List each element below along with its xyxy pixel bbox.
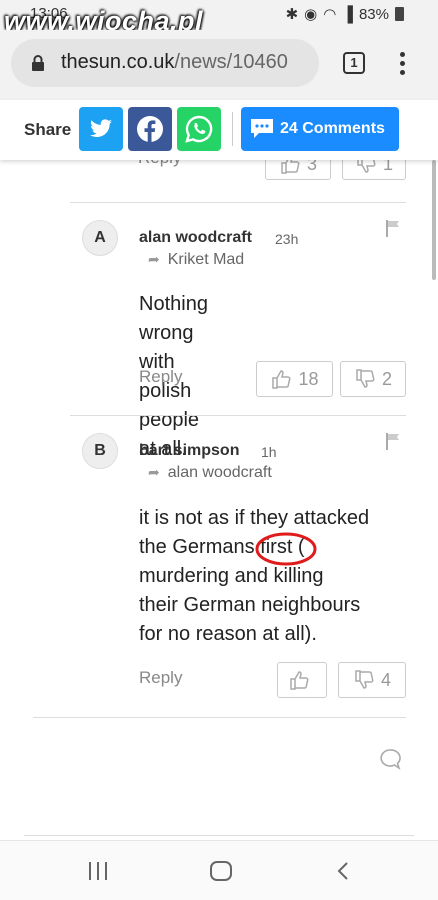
like-count: 3 — [306, 160, 317, 174]
system-nav-bar — [0, 840, 438, 900]
wifi-icon: ◠ — [323, 6, 337, 23]
url-domain: thesun.co.uk — [61, 51, 175, 73]
twitter-icon — [90, 119, 112, 137]
scrollbar[interactable] — [432, 160, 436, 280]
share-bar: Share 24 Comments — [0, 100, 438, 160]
comment-time: 23h — [275, 231, 299, 247]
thumbs-down-icon — [357, 160, 376, 173]
reply-arrow-icon: ➦ — [148, 251, 160, 267]
comment-author[interactable]: bart simpson — [139, 442, 239, 460]
flag-icon[interactable] — [385, 219, 401, 237]
facebook-share-button[interactable] — [128, 107, 172, 151]
comment-body: it is not as if they attacked the German… — [139, 504, 399, 649]
comment-divider — [33, 717, 406, 718]
thumbs-up-icon — [272, 370, 291, 389]
flag-icon[interactable] — [385, 432, 401, 450]
whatsapp-icon — [185, 115, 213, 143]
reply-link[interactable]: Reply — [139, 668, 182, 688]
url-text: thesun.co.uk/news/10460 — [61, 51, 288, 74]
share-label: Share — [24, 120, 72, 139]
reply-link[interactable]: Reply — [139, 367, 182, 387]
twitter-share-button[interactable] — [79, 107, 123, 151]
reply-to-name: alan woodcraft — [167, 464, 272, 481]
reply-to-name: Kriket Mad — [167, 251, 245, 268]
menu-dots-icon[interactable] — [400, 52, 406, 76]
comments-button[interactable]: 24 Comments — [241, 107, 399, 151]
battery-level: 83% — [358, 5, 389, 23]
bluetooth-icon: ✱ — [285, 6, 299, 23]
home-icon[interactable] — [210, 861, 232, 881]
back-icon[interactable] — [336, 862, 350, 880]
like-button[interactable]: 3 — [265, 160, 331, 180]
thumbs-up-icon — [290, 671, 309, 690]
comment-author[interactable]: alan woodcraft — [139, 229, 252, 247]
share-divider — [232, 112, 233, 146]
dislike-count: 2 — [381, 368, 392, 389]
comment-line: for no reason at all). — [139, 623, 317, 645]
thumbs-down-icon — [355, 670, 374, 689]
comment-divider — [70, 202, 406, 203]
thumbs-down-icon — [356, 369, 375, 388]
location-icon: ◉ — [304, 6, 318, 23]
reply-to-label[interactable]: ➦ Kriket Mad — [148, 251, 244, 269]
dislike-count: 1 — [382, 160, 393, 174]
comment-divider — [70, 415, 406, 416]
facebook-icon — [137, 116, 163, 142]
comment-line: their German neighbours — [139, 594, 361, 616]
status-bar: 13:06 www.wiocha.pl ✱ ◉ ◠ ▐ 83% — [0, 0, 438, 36]
like-count: 18 — [298, 368, 319, 389]
dislike-button[interactable]: 2 — [340, 361, 406, 397]
lock-icon — [32, 55, 44, 71]
dislike-button[interactable]: 4 — [338, 662, 406, 698]
tab-switcher-button[interactable]: 1 — [343, 52, 365, 74]
dislike-button[interactable]: 1 — [342, 160, 406, 180]
like-button[interactable]: 18 — [256, 361, 333, 397]
url-path: /news/10460 — [174, 51, 288, 73]
comments-label: 24 Comments — [280, 120, 385, 137]
status-icons: ✱ ◉ ◠ ▐ 83% — [286, 5, 404, 23]
dislike-count: 4 — [380, 669, 391, 690]
reply-to-label[interactable]: ➦ alan woodcraft — [148, 464, 272, 482]
signal-icon: ▐ — [342, 5, 353, 23]
reply-link[interactable]: Reply — [138, 160, 181, 168]
section-divider — [24, 835, 414, 836]
like-button[interactable] — [277, 662, 327, 698]
comments-section: Reply 3 1 A alan woodcraft 23h ➦ Kriket M… — [0, 160, 438, 840]
comment-bubble-icon — [251, 119, 273, 138]
avatar[interactable]: B — [82, 433, 118, 469]
recent-apps-icon[interactable] — [89, 862, 107, 880]
browser-toolbar: thesun.co.uk/news/10460 1 — [0, 30, 438, 100]
thumbs-up-icon — [281, 160, 300, 174]
address-bar[interactable]: thesun.co.uk/news/10460 — [11, 39, 319, 87]
chat-icon[interactable] — [379, 748, 401, 770]
comment-time: 1h — [261, 444, 277, 460]
battery-icon — [395, 7, 404, 21]
comment-line: Nothing wrong with — [139, 293, 208, 373]
whatsapp-share-button[interactable] — [177, 107, 221, 151]
avatar[interactable]: A — [82, 220, 118, 256]
reply-arrow-icon: ➦ — [148, 464, 160, 480]
red-circle-annotation — [255, 532, 317, 566]
